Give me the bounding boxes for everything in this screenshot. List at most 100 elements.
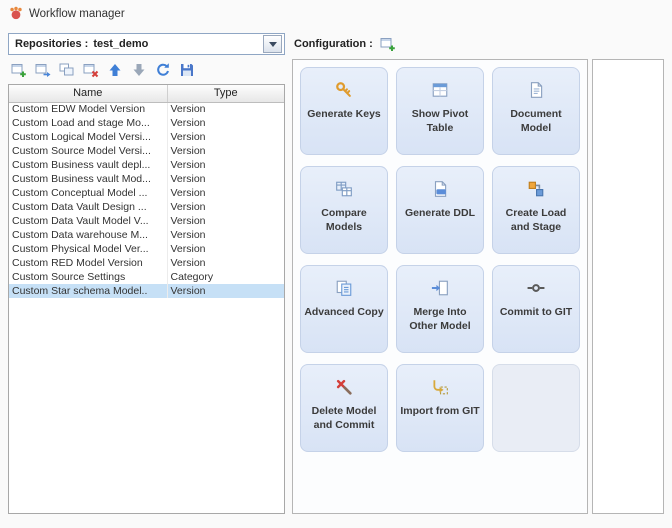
table-row[interactable]: Custom Physical Model Ver... Version <box>9 242 284 256</box>
table-cell[interactable]: Category <box>167 270 284 284</box>
column-header-type[interactable]: Type <box>167 85 284 103</box>
tile-generate-ddl[interactable]: Generate DDL <box>396 166 484 254</box>
copy-table-icon <box>35 62 51 78</box>
table-cell[interactable]: Version <box>167 228 284 242</box>
remove-repository-button[interactable] <box>81 60 101 80</box>
table-cell[interactable]: Custom Data warehouse M... <box>9 228 168 242</box>
save-button[interactable] <box>177 60 197 80</box>
table-cell[interactable]: Version <box>167 242 284 256</box>
table-cell[interactable]: Custom Business vault Mod... <box>9 172 168 186</box>
tile-advanced-copy[interactable]: Advanced Copy <box>300 265 388 353</box>
duplicate-icon <box>59 62 75 78</box>
table-row[interactable]: Custom Load and stage Mo... Version <box>9 116 284 130</box>
table-row[interactable]: Custom RED Model Version Version <box>9 256 284 270</box>
table-row[interactable]: Custom Business vault depl... Version <box>9 158 284 172</box>
pivot-table-icon <box>431 81 449 99</box>
repository-table: Name Type Custom EDW Model Version Version… <box>8 84 285 514</box>
table-cell[interactable]: Custom Physical Model Ver... <box>9 242 168 256</box>
tile-merge-into-other-model[interactable]: Merge Into Other Model <box>396 265 484 353</box>
save-icon <box>179 62 195 78</box>
tile-create-load-and-stage[interactable]: Create Load and Stage <box>492 166 580 254</box>
copy-repository-button[interactable] <box>33 60 53 80</box>
add-config-icon[interactable] <box>380 36 396 52</box>
table-cell[interactable]: Version <box>167 116 284 130</box>
table-cell[interactable]: Custom Star schema Model.. <box>9 284 168 298</box>
add-repository-button[interactable] <box>9 60 29 80</box>
main-content: Repositories : test_demo Name Type Custom… <box>0 28 672 528</box>
repository-table-body: Custom EDW Model Version Version Custom Lo… <box>9 102 284 298</box>
tile-label: Document Model <box>510 108 562 134</box>
tile-compare-models[interactable]: Compare Models <box>300 166 388 254</box>
import-git-icon <box>431 378 449 396</box>
table-cell[interactable]: Custom Source Model Versi... <box>9 144 168 158</box>
table-row[interactable]: Custom Data Vault Model V... Version <box>9 214 284 228</box>
arrow-down-icon <box>131 62 147 78</box>
chevron-down-icon[interactable] <box>263 35 282 53</box>
refresh-icon <box>155 62 171 78</box>
table-cell[interactable]: Version <box>167 102 284 116</box>
configuration-header: Configuration : <box>292 33 664 55</box>
table-cell[interactable]: Version <box>167 200 284 214</box>
table-cell[interactable]: Custom EDW Model Version <box>9 102 168 116</box>
table-cell[interactable]: Custom Logical Model Versi... <box>9 130 168 144</box>
column-header-name[interactable]: Name <box>9 85 168 103</box>
tile-label: Create Load and Stage <box>505 207 567 233</box>
tile-delete-model-and-commit[interactable]: Delete Model and Commit <box>300 364 388 452</box>
table-row[interactable]: Custom Star schema Model.. Version <box>9 284 284 298</box>
tile-label: Advanced Copy <box>304 306 384 318</box>
table-row[interactable]: Custom Conceptual Model ... Version <box>9 186 284 200</box>
tile-empty <box>492 364 580 452</box>
tile-label: Show Pivot Table <box>411 108 469 134</box>
table-cell[interactable]: Version <box>167 186 284 200</box>
document-icon <box>527 81 545 99</box>
move-down-button[interactable] <box>129 60 149 80</box>
tile-show-pivot-table[interactable]: Show Pivot Table <box>396 67 484 155</box>
table-cell[interactable]: Version <box>167 284 284 298</box>
tile-import-from-git[interactable]: Import from GIT <box>396 364 484 452</box>
delete-commit-icon <box>335 378 353 396</box>
table-row[interactable]: Custom Source Settings Category <box>9 270 284 284</box>
configuration-body: Generate Keys Show Pivot Table Document Mo… <box>292 59 664 514</box>
configuration-panel: Configuration : Generate Keys Show Pivot … <box>292 33 664 514</box>
table-cell[interactable]: Version <box>167 144 284 158</box>
table-cell[interactable]: Version <box>167 256 284 270</box>
arrow-up-icon <box>107 62 123 78</box>
tile-label: Import from GIT <box>400 405 480 417</box>
add-table-icon <box>11 62 27 78</box>
repository-combobox[interactable]: Repositories : test_demo <box>8 33 285 55</box>
tile-generate-keys[interactable]: Generate Keys <box>300 67 388 155</box>
tile-label: Delete Model and Commit <box>311 405 377 431</box>
tile-label: Generate DDL <box>404 207 476 219</box>
table-cell[interactable]: Version <box>167 172 284 186</box>
table-cell[interactable]: Custom RED Model Version <box>9 256 168 270</box>
merge-icon <box>431 279 449 297</box>
table-row[interactable]: Custom Data Vault Design ... Version <box>9 200 284 214</box>
refresh-button[interactable] <box>153 60 173 80</box>
configuration-tiles: Generate Keys Show Pivot Table Document Mo… <box>300 67 580 452</box>
table-cell[interactable]: Custom Load and stage Mo... <box>9 116 168 130</box>
table-row[interactable]: Custom EDW Model Version Version <box>9 102 284 116</box>
tile-commit-to-git[interactable]: Commit to GIT <box>492 265 580 353</box>
load-stage-icon <box>527 180 545 198</box>
commit-git-icon <box>527 279 545 297</box>
repository-value[interactable]: test_demo <box>93 38 263 50</box>
table-cell[interactable]: Custom Source Settings <box>9 270 168 284</box>
table-cell[interactable]: Version <box>167 158 284 172</box>
tile-document-model[interactable]: Document Model <box>492 67 580 155</box>
duplicate-repository-button[interactable] <box>57 60 77 80</box>
table-cell[interactable]: Version <box>167 214 284 228</box>
generate-ddl-icon <box>431 180 449 198</box>
table-row[interactable]: Custom Logical Model Versi... Version <box>9 130 284 144</box>
tile-label: Merge Into Other Model <box>409 306 471 332</box>
table-row[interactable]: Custom Business vault Mod... Version <box>9 172 284 186</box>
repositories-panel: Repositories : test_demo Name Type Custom… <box>8 33 285 514</box>
move-up-button[interactable] <box>105 60 125 80</box>
key-icon <box>335 81 353 99</box>
table-cell[interactable]: Custom Data Vault Model V... <box>9 214 168 228</box>
table-cell[interactable]: Custom Business vault depl... <box>9 158 168 172</box>
table-cell[interactable]: Custom Conceptual Model ... <box>9 186 168 200</box>
table-row[interactable]: Custom Source Model Versi... Version <box>9 144 284 158</box>
table-row[interactable]: Custom Data warehouse M... Version <box>9 228 284 242</box>
table-cell[interactable]: Custom Data Vault Design ... <box>9 200 168 214</box>
table-cell[interactable]: Version <box>167 130 284 144</box>
